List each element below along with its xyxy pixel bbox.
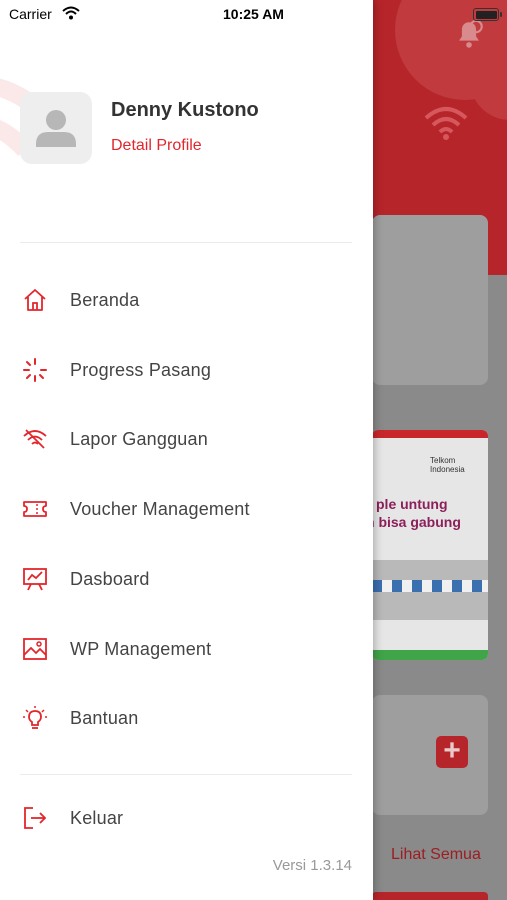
user-icon: [36, 110, 76, 147]
menu-item-lapor-gangguan[interactable]: Lapor Gangguan: [0, 411, 373, 467]
logout-icon: [24, 807, 47, 829]
menu-item-label: Progress Pasang: [70, 360, 212, 380]
wifi-off-icon: [23, 429, 47, 449]
profile-name: Denny Kustono: [111, 99, 259, 121]
menu-item-wp-management[interactable]: WP Management: [0, 621, 373, 677]
status-bar: Carrier 10:25 AM: [0, 0, 507, 30]
menu-item-label: Beranda: [70, 290, 140, 310]
app-version: Versi 1.3.14: [272, 857, 352, 874]
app-logo-icon: [424, 107, 468, 140]
menu-item-voucher-management[interactable]: Voucher Management: [0, 481, 373, 537]
menu-item-label: Voucher Management: [70, 499, 250, 519]
banner-brand: Telkom Indonesia: [430, 456, 465, 474]
menu-item-label: WP Management: [70, 639, 212, 659]
divider: [20, 774, 352, 775]
background-card: [372, 695, 488, 815]
banner-text-line2: n bisa gabung: [372, 514, 461, 530]
background-bottom-bar: [372, 892, 488, 900]
menu-item-keluar[interactable]: Keluar: [0, 790, 373, 846]
divider: [20, 242, 352, 243]
ticket-icon: [23, 501, 47, 517]
lightbulb-icon: [23, 706, 47, 729]
add-button[interactable]: +: [436, 736, 468, 768]
image-icon: [23, 638, 47, 660]
detail-profile-link[interactable]: Detail Profile: [111, 137, 202, 155]
menu-item-beranda[interactable]: Beranda: [0, 272, 373, 328]
menu-item-bantuan[interactable]: Bantuan: [0, 690, 373, 746]
menu-item-label: Dasboard: [70, 569, 150, 589]
see-all-link[interactable]: Lihat Semua: [391, 846, 481, 864]
clock: 10:25 AM: [223, 6, 284, 22]
avatar[interactable]: [20, 92, 92, 164]
promo-banner[interactable]: Telkom Indonesia ple untung n bisa gabun…: [372, 430, 488, 660]
navigation-drawer: Denny Kustono Detail Profile Beranda Pro…: [0, 0, 373, 900]
menu-item-dasboard[interactable]: Dasboard: [0, 551, 373, 607]
battery-icon: [473, 8, 502, 21]
menu-item-progress-pasang[interactable]: Progress Pasang: [0, 342, 373, 398]
home-icon: [24, 289, 46, 311]
menu-item-label: Keluar: [70, 808, 124, 828]
loading-icon: [23, 358, 47, 382]
background-card: [372, 215, 488, 385]
menu-item-label: Lapor Gangguan: [70, 429, 208, 449]
menu-item-label: Bantuan: [70, 708, 139, 728]
presentation-chart-icon: [23, 568, 47, 591]
banner-text-line1: ple untung: [376, 496, 448, 512]
